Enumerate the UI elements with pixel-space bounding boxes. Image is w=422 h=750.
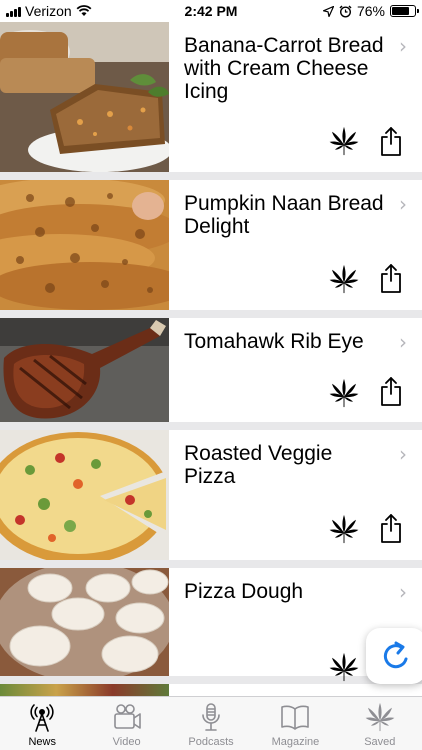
naan-bread-photo xyxy=(0,180,169,310)
tab-label: Video xyxy=(112,736,141,748)
article-title[interactable]: Roasted Veggie Pizza xyxy=(184,442,384,488)
status-bar: Verizon 2:42 PM 76% xyxy=(0,0,422,22)
share-icon[interactable] xyxy=(379,262,403,294)
list-item[interactable]: Roasted Veggie Pizza › xyxy=(0,430,422,560)
tab-label: Saved xyxy=(364,736,396,748)
battery-icon xyxy=(390,5,419,17)
tab-magazine[interactable]: Magazine xyxy=(253,697,337,750)
list-item[interactable]: Banana-Carrot Bread with Cream Cheese Ic… xyxy=(0,22,422,172)
chevron-right-icon[interactable]: › xyxy=(399,36,407,56)
tab-label: Magazine xyxy=(271,736,320,748)
news-feed[interactable]: Banana-Carrot Bread with Cream Cheese Ic… xyxy=(0,22,422,696)
rib-eye-steak-photo xyxy=(0,318,169,422)
list-item[interactable]: Pumpkin Naan Bread Delight › xyxy=(0,180,422,310)
article-title[interactable]: Pizza Dough xyxy=(184,580,384,603)
pizza-dough-photo xyxy=(0,568,169,676)
cannabis-leaf-icon[interactable] xyxy=(329,378,359,408)
battery-percent: 76% xyxy=(356,3,385,19)
location-icon xyxy=(322,5,334,17)
list-item[interactable]: Pizza Dough › xyxy=(0,568,422,676)
tab-bar: News Video Podcasts Magazine Saved xyxy=(0,696,422,750)
refresh-icon xyxy=(383,641,408,669)
chevron-right-icon[interactable]: › xyxy=(399,582,407,602)
video-camera-icon xyxy=(113,704,141,729)
open-book-icon xyxy=(281,705,310,730)
chevron-right-icon[interactable]: › xyxy=(399,332,407,352)
chevron-right-icon[interactable]: › xyxy=(399,194,407,214)
refresh-button[interactable] xyxy=(366,628,422,684)
tab-label: Podcasts xyxy=(188,736,234,748)
share-icon[interactable] xyxy=(379,125,403,157)
share-icon[interactable] xyxy=(379,375,403,407)
cannabis-leaf-icon[interactable] xyxy=(329,126,359,156)
microphone-icon xyxy=(202,703,220,731)
chevron-right-icon[interactable]: › xyxy=(399,444,407,464)
tab-podcasts[interactable]: Podcasts xyxy=(169,697,253,750)
tab-saved[interactable]: Saved xyxy=(338,697,422,750)
tab-video[interactable]: Video xyxy=(84,697,168,750)
share-icon[interactable] xyxy=(379,512,403,544)
tab-news[interactable]: News xyxy=(0,697,84,750)
banana-bread-photo xyxy=(0,22,169,172)
article-title[interactable]: Banana-Carrot Bread with Cream Cheese Ic… xyxy=(184,34,384,103)
next-article-photo xyxy=(0,684,169,696)
list-item[interactable]: Tomahawk Rib Eye › xyxy=(0,318,422,422)
cannabis-leaf-icon[interactable] xyxy=(329,652,359,682)
alarm-icon xyxy=(339,4,352,18)
radio-tower-icon xyxy=(30,704,54,732)
cannabis-leaf-icon[interactable] xyxy=(329,514,359,544)
cannabis-leaf-icon[interactable] xyxy=(329,264,359,294)
article-title[interactable]: Pumpkin Naan Bread Delight xyxy=(184,192,384,238)
article-title[interactable]: Tomahawk Rib Eye xyxy=(184,330,384,353)
cannabis-leaf-icon xyxy=(365,702,395,732)
veggie-pizza-photo xyxy=(0,430,169,560)
list-item[interactable] xyxy=(0,684,422,696)
tab-label: News xyxy=(28,736,56,748)
